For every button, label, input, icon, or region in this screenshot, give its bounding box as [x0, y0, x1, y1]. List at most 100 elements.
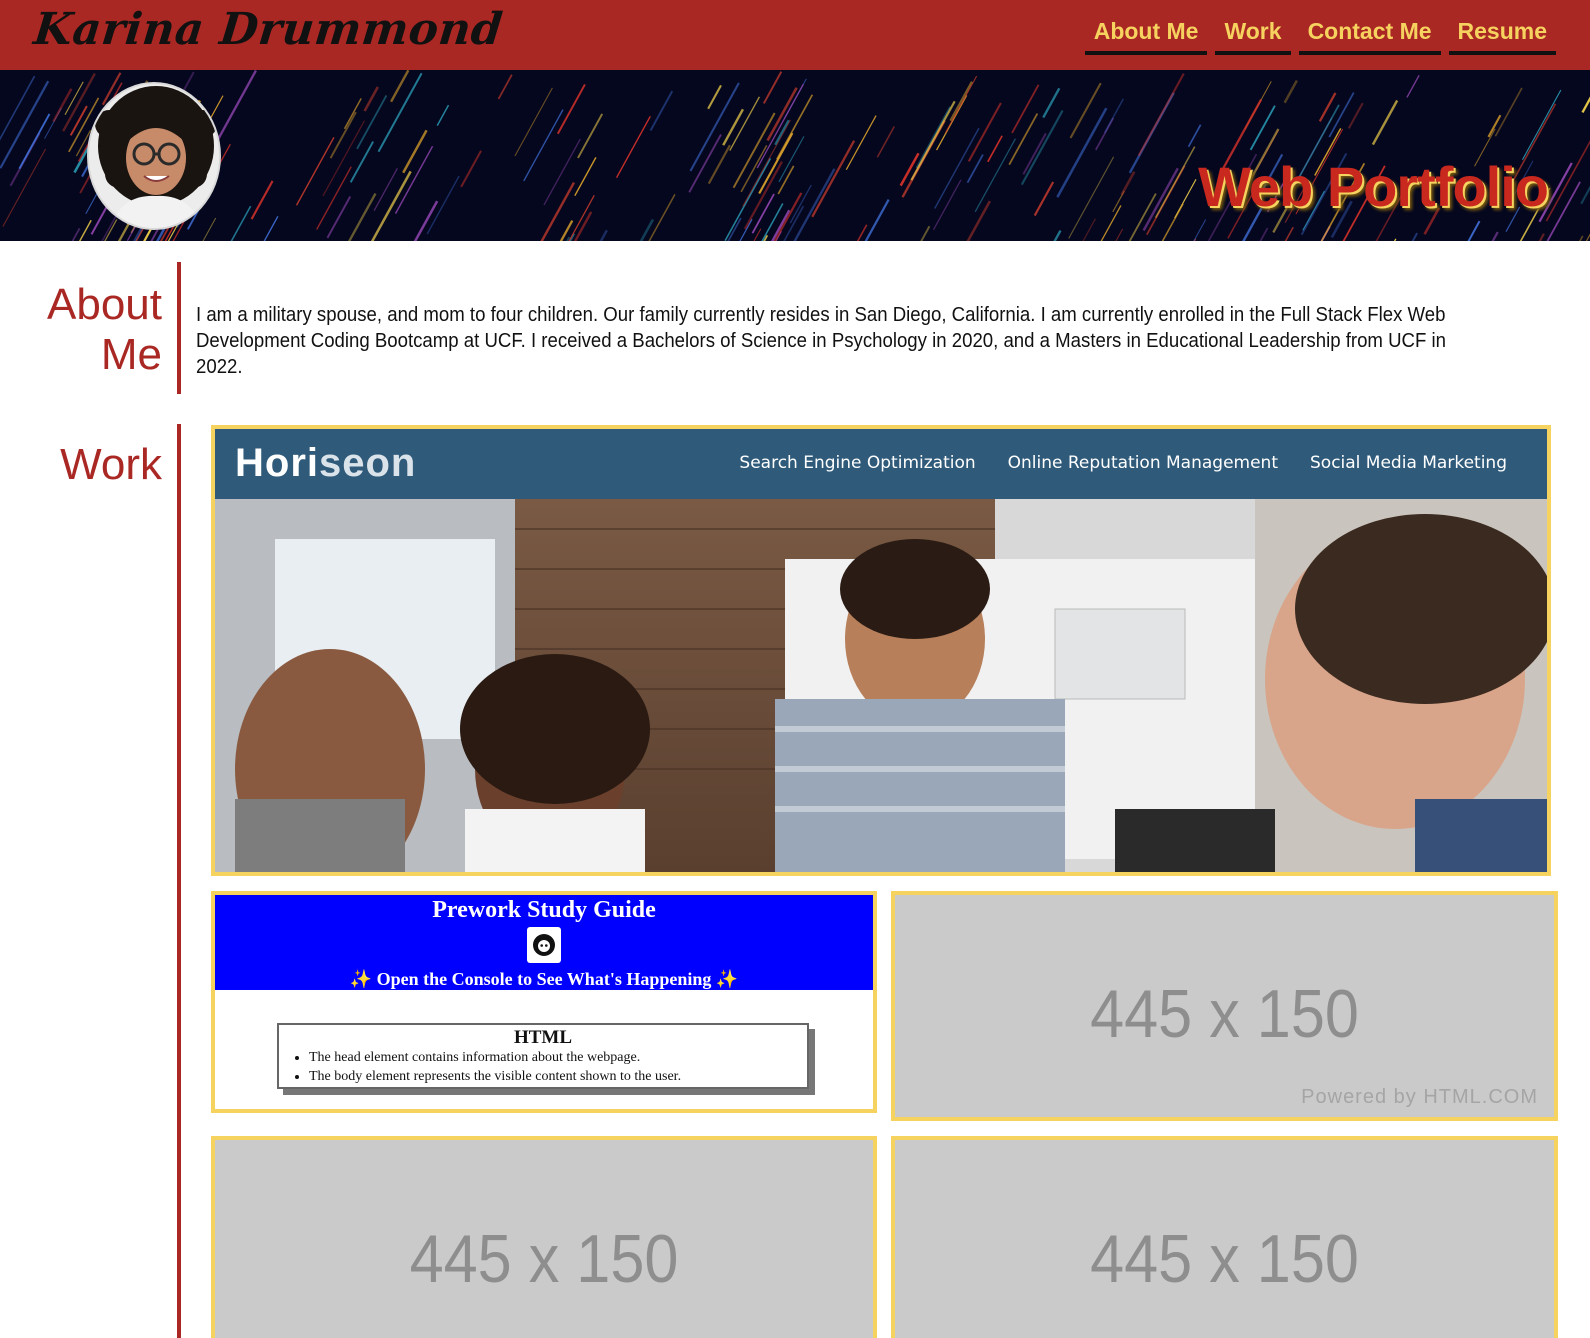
prework-title: Prework Study Guide	[432, 897, 656, 923]
project-card-placeholder-3[interactable]: 445 x 150	[891, 1136, 1558, 1338]
prework-subtitle-text: Open the Console to See What's Happening	[372, 969, 716, 989]
placeholder-size-label: 445 x 150	[1090, 1221, 1359, 1297]
hero-streak	[1128, 193, 1157, 241]
nav-link-contact-me[interactable]: Contact Me	[1298, 18, 1441, 55]
project-card-horiseon[interactable]: Horiseon Search Engine Optimization Onli…	[211, 425, 1551, 876]
horiseon-logo: Horiseon	[235, 441, 416, 486]
hero-streak	[856, 224, 868, 241]
hero-streak	[295, 136, 335, 206]
hero-streak	[1020, 110, 1064, 186]
hero-streak	[1193, 219, 1207, 241]
horiseon-header: Horiseon Search Engine Optimization Onli…	[215, 429, 1547, 499]
project-card-placeholder-1[interactable]: 445 x 150 Powered by HTML.COM	[891, 891, 1558, 1121]
hero-streak	[568, 195, 595, 241]
hero-streak	[514, 87, 553, 157]
hero-streak	[742, 119, 791, 207]
work-heading: Work	[60, 440, 162, 489]
project-card-prework[interactable]: Prework Study Guide ✨ Open the Console t…	[211, 891, 877, 1113]
nav-link-work[interactable]: Work	[1215, 18, 1291, 55]
hero-streak	[845, 115, 877, 170]
about-heading-line1: About	[47, 280, 162, 329]
about-heading: About Me	[40, 280, 162, 380]
hero-streak	[230, 205, 252, 241]
hero-streak	[987, 135, 1003, 163]
hero-streak	[1347, 102, 1364, 129]
placeholder-powered-by: Powered by HTML.COM	[1301, 1086, 1538, 1108]
hero-streak	[426, 175, 460, 235]
hero-streak	[722, 108, 744, 146]
hero-title: Web Portfolio	[1198, 155, 1549, 218]
profile-photo	[87, 82, 221, 230]
hero-streak	[263, 216, 279, 241]
horiseon-nav-seo: Search Engine Optimization	[739, 453, 976, 473]
hero-streak	[727, 217, 742, 241]
hero-streak	[1283, 79, 1298, 104]
hero-streak	[1467, 220, 1481, 241]
hero-streak	[349, 141, 375, 183]
hero-streak	[1120, 171, 1136, 196]
hero-streak	[967, 102, 1002, 162]
hero-streak	[776, 94, 814, 160]
prework-subtitle: ✨ Open the Console to See What's Happeni…	[215, 969, 873, 990]
horiseon-nav: Search Engine Optimization Online Reputa…	[739, 453, 1507, 473]
hero-banner: Web Portfolio	[0, 70, 1590, 241]
hero-streak	[599, 229, 608, 241]
hero-streak	[1411, 232, 1418, 241]
nav-link-about-me[interactable]: About Me	[1084, 18, 1208, 55]
prework-bullet-list: The head element contains information ab…	[291, 1048, 795, 1086]
prework-header: Prework Study Guide ✨ Open the Console t…	[215, 895, 873, 990]
hero-streak	[1069, 82, 1102, 139]
hero-streak	[460, 150, 482, 188]
hero-streak	[69, 105, 88, 136]
hero-streak	[1082, 218, 1096, 241]
hero-streak	[778, 136, 805, 183]
hero-streak	[751, 193, 775, 234]
hero-streak	[648, 193, 676, 241]
hero-streak	[574, 157, 597, 197]
hero-streak	[1521, 89, 1562, 161]
hero-streak	[573, 211, 593, 241]
hero-streak	[52, 88, 73, 123]
about-heading-line2: Me	[100, 330, 162, 379]
hero-streak	[899, 152, 920, 187]
hero-streak	[1033, 181, 1055, 217]
hero-streak	[1371, 99, 1399, 146]
horiseon-logo-part1: Hori	[235, 441, 319, 485]
hero-streak	[1491, 231, 1499, 241]
placeholder-size-label: 445 x 150	[409, 1221, 679, 1297]
hero-streak	[1154, 146, 1196, 218]
hero-streak	[577, 113, 604, 159]
hero-streak	[615, 115, 651, 179]
hero-streak	[1011, 84, 1040, 134]
hero-streak	[1487, 114, 1502, 138]
hero-streak	[639, 218, 655, 241]
hero-streak	[876, 126, 895, 158]
about-divider	[177, 262, 181, 394]
hero-streak	[910, 100, 956, 181]
octocat-icon	[527, 927, 561, 963]
hero-streak	[523, 109, 564, 182]
hero-streak	[356, 95, 388, 150]
hero-streak	[915, 106, 951, 169]
hero-streak	[1053, 230, 1062, 241]
placeholder-size-label: 445 x 150	[1090, 976, 1359, 1052]
nav-link-resume[interactable]: Resume	[1448, 18, 1556, 55]
hero-streak	[436, 104, 450, 126]
list-item: The body element represents the visible …	[309, 1067, 795, 1086]
horiseon-nav-orm: Online Reputation Management	[1007, 453, 1278, 473]
hero-streak	[394, 145, 434, 214]
project-card-placeholder-2[interactable]: 445 x 150	[211, 1136, 877, 1338]
hero-streak	[329, 111, 357, 159]
hero-streak	[1022, 132, 1047, 175]
hero-streak	[1042, 87, 1061, 119]
hero-streak	[540, 181, 576, 241]
list-item: The head element contains information ab…	[309, 1048, 795, 1067]
hero-streak	[1581, 96, 1590, 113]
hero-streak	[707, 84, 722, 110]
hero-streak	[864, 199, 890, 241]
hero-streak	[322, 120, 366, 197]
hero-streak	[1193, 238, 1197, 241]
hero-streak	[363, 86, 379, 112]
hero-streak	[1103, 98, 1124, 134]
hero-streak	[1393, 238, 1397, 241]
